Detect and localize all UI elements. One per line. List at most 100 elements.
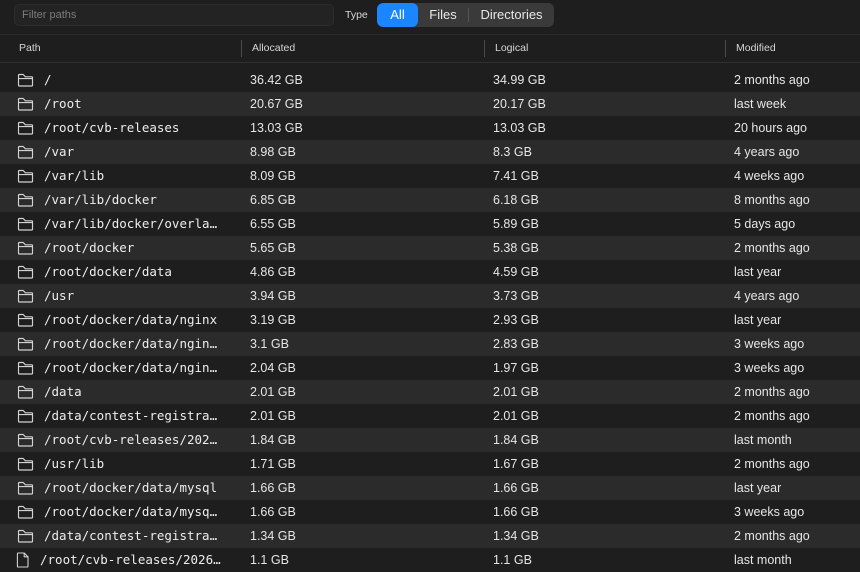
row-logical: 3.73 GB — [493, 289, 539, 303]
row-path: /data/contest-registra… — [44, 528, 218, 543]
row-modified: last year — [734, 265, 782, 279]
table-row[interactable]: /root/docker 5.65 GB 5.38 GB 2 months ago — [0, 236, 860, 260]
column-resize-handle[interactable] — [241, 40, 242, 57]
row-logical: 13.03 GB — [493, 121, 546, 135]
folder-icon — [17, 169, 34, 183]
row-path: /usr — [44, 288, 75, 303]
row-path: /root/cvb-releases — [44, 120, 180, 135]
table-body: / 36.42 GB 34.99 GB 2 months ago/root 20.67 … — [0, 68, 860, 572]
row-path: /var/lib/docker/overla… — [44, 216, 218, 231]
table-row[interactable]: /var/lib/docker 6.85 GB 6.18 GB 8 months ag… — [0, 188, 860, 212]
table-row[interactable]: / 36.42 GB 34.99 GB 2 months ago — [0, 68, 860, 92]
table-row[interactable]: /root/docker/data/nginx 3.19 GB 2.93 GB las… — [0, 308, 860, 332]
row-allocated: 1.66 GB — [250, 481, 296, 495]
row-modified: 3 weeks ago — [734, 361, 805, 375]
table-row[interactable]: /root 20.67 GB 20.17 GB last week — [0, 92, 860, 116]
row-modified: last year — [734, 481, 782, 495]
row-modified: 2 months ago — [734, 457, 810, 471]
row-logical: 8.3 GB — [493, 145, 532, 159]
folder-icon — [17, 241, 34, 255]
header-divider — [0, 62, 860, 63]
row-modified: 2 months ago — [734, 529, 810, 543]
column-header-allocated[interactable]: Allocated — [252, 35, 295, 62]
table-row[interactable]: /var 8.98 GB 8.3 GB 4 years ago — [0, 140, 860, 164]
row-allocated: 1.66 GB — [250, 505, 296, 519]
row-path: /data — [44, 384, 82, 399]
row-modified: 20 hours ago — [734, 121, 807, 135]
row-logical: 2.01 GB — [493, 385, 539, 399]
table-row[interactable]: /root/cvb-releases/202… 1.84 GB 1.84 GB las… — [0, 428, 860, 452]
row-allocated: 8.09 GB — [250, 169, 296, 183]
row-allocated: 4.86 GB — [250, 265, 296, 279]
row-allocated: 6.85 GB — [250, 193, 296, 207]
column-header-logical[interactable]: Logical — [495, 35, 528, 62]
row-logical: 1.66 GB — [493, 505, 539, 519]
column-header-path[interactable]: Path — [19, 35, 41, 62]
row-modified: 4 years ago — [734, 145, 800, 159]
type-directories-button[interactable]: Directories — [469, 3, 554, 27]
folder-icon — [17, 217, 34, 231]
row-logical: 4.59 GB — [493, 265, 539, 279]
folder-icon — [17, 481, 34, 495]
folder-icon — [17, 289, 34, 303]
row-modified: 5 days ago — [734, 217, 796, 231]
row-modified: 4 years ago — [734, 289, 800, 303]
table-row[interactable]: /data 2.01 GB 2.01 GB 2 months ago — [0, 380, 860, 404]
row-path: /var/lib/docker — [44, 192, 157, 207]
row-path: /root/cvb-releases/202… — [44, 432, 218, 447]
table-row[interactable]: /usr 3.94 GB 3.73 GB 4 years ago — [0, 284, 860, 308]
folder-icon — [17, 337, 34, 351]
column-header-modified[interactable]: Modified — [736, 35, 776, 62]
row-allocated: 6.55 GB — [250, 217, 296, 231]
folder-icon — [17, 457, 34, 471]
table-row[interactable]: /root/docker/data/mysql 1.66 GB 1.66 GB las… — [0, 476, 860, 500]
table-row[interactable]: /data/contest-registra… 1.34 GB 1.34 GB 2 m… — [0, 524, 860, 548]
row-allocated: 20.67 GB — [250, 97, 303, 111]
row-modified: last year — [734, 313, 782, 327]
table-row[interactable]: /root/docker/data 4.86 GB 4.59 GB last year — [0, 260, 860, 284]
filter-paths-input[interactable] — [14, 4, 334, 26]
column-resize-handle[interactable] — [725, 40, 726, 57]
type-label: Type — [345, 9, 368, 21]
row-logical: 7.41 GB — [493, 169, 539, 183]
row-logical: 1.67 GB — [493, 457, 539, 471]
row-allocated: 36.42 GB — [250, 73, 303, 87]
table-row[interactable]: /data/contest-registra… 2.01 GB 2.01 GB 2 m… — [0, 404, 860, 428]
row-allocated: 1.84 GB — [250, 433, 296, 447]
row-logical: 1.34 GB — [493, 529, 539, 543]
row-path: /root/cvb-releases/2026… — [40, 552, 221, 567]
table-row[interactable]: /root/docker/data/ngin… 2.04 GB 1.97 GB 3 w… — [0, 356, 860, 380]
row-path: /root/docker/data/mysq… — [44, 504, 218, 519]
folder-icon — [17, 313, 34, 327]
table-row[interactable]: /var/lib/docker/overla… 6.55 GB 5.89 GB 5 d… — [0, 212, 860, 236]
row-logical: 20.17 GB — [493, 97, 546, 111]
row-path: /root/docker/data/ngin… — [44, 336, 218, 351]
table-row[interactable]: /var/lib 8.09 GB 7.41 GB 4 weeks ago — [0, 164, 860, 188]
row-path: /usr/lib — [44, 456, 105, 471]
table-row[interactable]: /root/docker/data/ngin… 3.1 GB 2.83 GB 3 we… — [0, 332, 860, 356]
row-modified: last week — [734, 97, 787, 111]
folder-icon — [17, 265, 34, 279]
table-row[interactable]: /root/docker/data/mysq… 1.66 GB 1.66 GB 3 w… — [0, 500, 860, 524]
file-icon — [16, 552, 29, 568]
row-allocated: 3.1 GB — [250, 337, 289, 351]
row-logical: 34.99 GB — [493, 73, 546, 87]
row-path: /var — [44, 144, 75, 159]
folder-icon — [17, 505, 34, 519]
row-modified: 3 weeks ago — [734, 505, 805, 519]
folder-icon — [17, 529, 34, 543]
row-allocated: 5.65 GB — [250, 241, 296, 255]
row-allocated: 1.1 GB — [250, 553, 289, 567]
row-allocated: 13.03 GB — [250, 121, 303, 135]
table-row[interactable]: /root/cvb-releases 13.03 GB 13.03 GB 20 hou… — [0, 116, 860, 140]
type-all-button[interactable]: All — [377, 3, 418, 27]
folder-icon — [17, 433, 34, 447]
row-path: /root/docker/data/nginx — [44, 312, 218, 327]
table-row[interactable]: /usr/lib 1.71 GB 1.67 GB 2 months ago — [0, 452, 860, 476]
row-path: /root/docker/data/mysql — [44, 480, 218, 495]
row-allocated: 8.98 GB — [250, 145, 296, 159]
row-logical: 5.38 GB — [493, 241, 539, 255]
table-row[interactable]: /root/cvb-releases/2026… 1.1 GB 1.1 GB last… — [0, 548, 860, 572]
type-files-button[interactable]: Files — [418, 3, 468, 27]
column-resize-handle[interactable] — [484, 40, 485, 57]
